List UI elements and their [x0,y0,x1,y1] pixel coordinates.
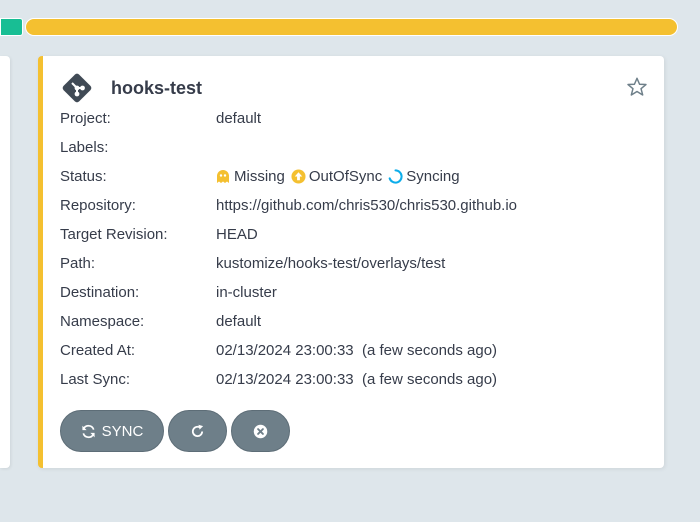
field-value: default [216,313,262,330]
health-status: Missing [234,168,285,185]
field-label: Target Revision: [60,226,168,243]
field-namespace: Namespace: default [60,307,640,336]
applications-page: hooks-test Project: default Labels: Stat… [0,0,700,522]
field-label: Labels: [60,139,109,156]
field-target-revision: Target Revision: HEAD [60,220,640,249]
app-name[interactable]: hooks-test [111,78,202,99]
field-value: kustomize/hooks-test/overlays/test [216,255,446,272]
star-icon[interactable] [626,76,648,98]
field-label: Repository: [60,197,136,214]
field-labels: Labels: [60,133,640,162]
sync-icon [81,424,96,439]
sync-status-bar [0,18,678,36]
field-label: Destination: [60,284,140,301]
field-last-sync: Last Sync: 02/13/2024 23:00:33 (a few se… [60,365,640,394]
refresh-icon [190,424,205,439]
app-actions: SYNC [60,410,290,452]
previous-app-card[interactable] [0,56,10,468]
arrow-up-circle-icon [291,169,306,184]
sync-status: OutOfSync [308,168,383,185]
app-card-header: hooks-test [61,72,202,104]
sync-button-label: SYNC [101,422,144,440]
field-label: Created At: [60,342,136,359]
field-value: https://github.com/chris530/chris530.git… [216,197,518,214]
ghost-icon [216,169,231,184]
field-path: Path: kustomize/hooks-test/overlays/test [60,249,640,278]
status-bar-outofsync-segment [25,18,678,36]
delete-button[interactable] [231,410,290,452]
app-card[interactable]: hooks-test Project: default Labels: Stat… [38,56,664,468]
field-status: Status: Missing OutOfSync Syncing [60,162,640,191]
refresh-button[interactable] [168,410,227,452]
field-label: Namespace: [60,313,145,330]
spinner-icon [388,169,403,184]
field-value: HEAD [216,226,258,243]
field-label: Status: [60,168,107,185]
field-destination: Destination: in-cluster [60,278,640,307]
field-value: 02/13/2024 23:00:33 (a few seconds ago) [216,342,498,359]
operation-status: Syncing [406,168,460,185]
status-values: Missing OutOfSync Syncing [216,168,460,185]
sync-button[interactable]: SYNC [60,410,164,452]
field-label: Project: [60,110,111,127]
field-created-at: Created At: 02/13/2024 23:00:33 (a few s… [60,336,640,365]
git-icon [61,72,93,104]
field-repository: Repository: https://github.com/chris530/… [60,191,640,220]
app-details: Project: default Labels: Status: Missing… [60,104,640,394]
field-value: in-cluster [216,284,277,301]
field-label: Path: [60,255,96,272]
field-value: 02/13/2024 23:00:33 (a few seconds ago) [216,371,498,388]
field-label: Last Sync: [60,371,131,388]
status-bar-synced-segment [0,18,23,36]
field-project: Project: default [60,104,640,133]
close-circle-icon [253,424,268,439]
field-value: default [216,110,262,127]
